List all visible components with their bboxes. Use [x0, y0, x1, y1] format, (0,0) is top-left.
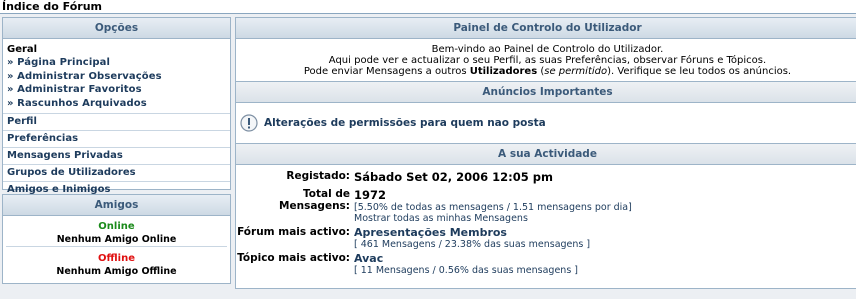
- forum-sub: [ 461 Mensagens / 23.38% das suas mensag…: [354, 239, 591, 250]
- welcome-line-3d: se permitido: [544, 66, 608, 77]
- page-title[interactable]: Índice do Fórum: [0, 0, 856, 14]
- forum-label: Fórum mais activo:: [237, 226, 350, 238]
- posts-value-block: 1972 [5.50% de todas as mensagens / 1.51…: [354, 188, 632, 224]
- options-header: Opções: [3, 18, 230, 39]
- link-main-page[interactable]: » Página Principal: [7, 56, 226, 70]
- link-preferences-label: Preferências: [7, 133, 79, 144]
- welcome-line-1: Bem-vindo ao Painel de Controlo do Utili…: [431, 44, 664, 55]
- forum-value-block: Apresentações Membros [ 461 Mensagens / …: [354, 226, 590, 250]
- welcome-line-3a: Pode enviar Mensagens a outros: [303, 66, 470, 77]
- registered-value: Sábado Set 02, 2006 12:05 pm: [354, 170, 553, 184]
- link-user-groups[interactable]: Grupos de Utilizadores: [3, 165, 230, 182]
- announcement-text[interactable]: Alterações de permissões para quem nao p…: [264, 117, 546, 129]
- link-profile-label: Perfil: [7, 116, 37, 127]
- link-manage-watches[interactable]: » Administrar Observações: [7, 70, 226, 84]
- topic-label: Tópico mais activo:: [237, 252, 350, 264]
- topic-sub: [ 11 Mensagens / 0.56% das suas mensagen…: [354, 265, 578, 276]
- announcements-header: Anúncios Importantes: [236, 81, 856, 103]
- welcome-text: Bem-vindo ao Painel de Controlo do Utili…: [236, 39, 856, 81]
- link-private-messages[interactable]: Mensagens Privadas: [3, 148, 230, 165]
- options-panel: Opções Geral » Página Principal » Admini…: [2, 17, 231, 195]
- topic-value-block: Avac [ 11 Mensagens / 0.56% das suas men…: [354, 252, 578, 276]
- ucp-header: Painel de Controlo do Utilizador: [236, 18, 856, 39]
- show-my-posts-link[interactable]: Mostrar todas as minhas Mensagens: [354, 213, 632, 224]
- posts-sub: [5.50% de todas as mensagens / 1.51 mens…: [354, 202, 632, 213]
- activity-body: Registado: Sábado Set 02, 2006 12:05 pm …: [236, 165, 856, 285]
- friends-offline-text: Nenhum Amigo Offline: [56, 266, 177, 277]
- friends-panel: Amigos Online Nenhum Amigo Online Offlin…: [2, 194, 231, 284]
- welcome-line-3e: ). Verifique se leu todos os anúncios.: [607, 66, 792, 77]
- link-manage-bookmarks[interactable]: » Administrar Favoritos: [7, 83, 226, 97]
- friends-online-label: Online: [98, 221, 135, 232]
- friends-offline-block: Offline Nenhum Amigo Offline: [3, 247, 230, 277]
- link-preferences[interactable]: Preferências: [3, 131, 230, 148]
- content-area: Opções Geral » Página Principal » Admini…: [0, 14, 856, 299]
- link-profile[interactable]: Perfil: [3, 114, 230, 131]
- general-title: Geral: [7, 44, 38, 55]
- friends-header: Amigos: [3, 195, 230, 216]
- link-user-groups-label: Grupos de Utilizadores: [7, 167, 136, 178]
- info-icon: [240, 114, 258, 132]
- welcome-line-3: Pode enviar Mensagens a outros Utilizado…: [240, 66, 855, 77]
- posts-value: 1972: [354, 188, 387, 202]
- general-group: Geral » Página Principal » Administrar O…: [3, 39, 230, 114]
- announcement-row[interactable]: Alterações de permissões para quem nao p…: [236, 103, 856, 143]
- forum-value-link[interactable]: Apresentações Membros: [354, 226, 590, 239]
- activity-header: A sua Actividade: [236, 143, 856, 165]
- topic-value-link[interactable]: Avac: [354, 252, 578, 265]
- link-private-messages-label: Mensagens Privadas: [7, 150, 123, 161]
- link-saved-drafts[interactable]: » Rascunhos Arquivados: [7, 97, 226, 111]
- ucp-panel: Painel de Controlo do Utilizador Bem-vin…: [235, 17, 856, 289]
- welcome-users-link[interactable]: Utilizadores: [470, 66, 537, 77]
- friends-online-text: Nenhum Amigo Online: [56, 234, 177, 245]
- friends-offline-label: Offline: [98, 253, 135, 264]
- registered-label: Registado:: [286, 170, 350, 182]
- friends-online-block: Online Nenhum Amigo Online: [6, 216, 227, 247]
- posts-label: Total de Mensagens:: [279, 188, 350, 212]
- welcome-line-2: Aqui pode ver e actualizar o seu Perfil,…: [328, 55, 767, 66]
